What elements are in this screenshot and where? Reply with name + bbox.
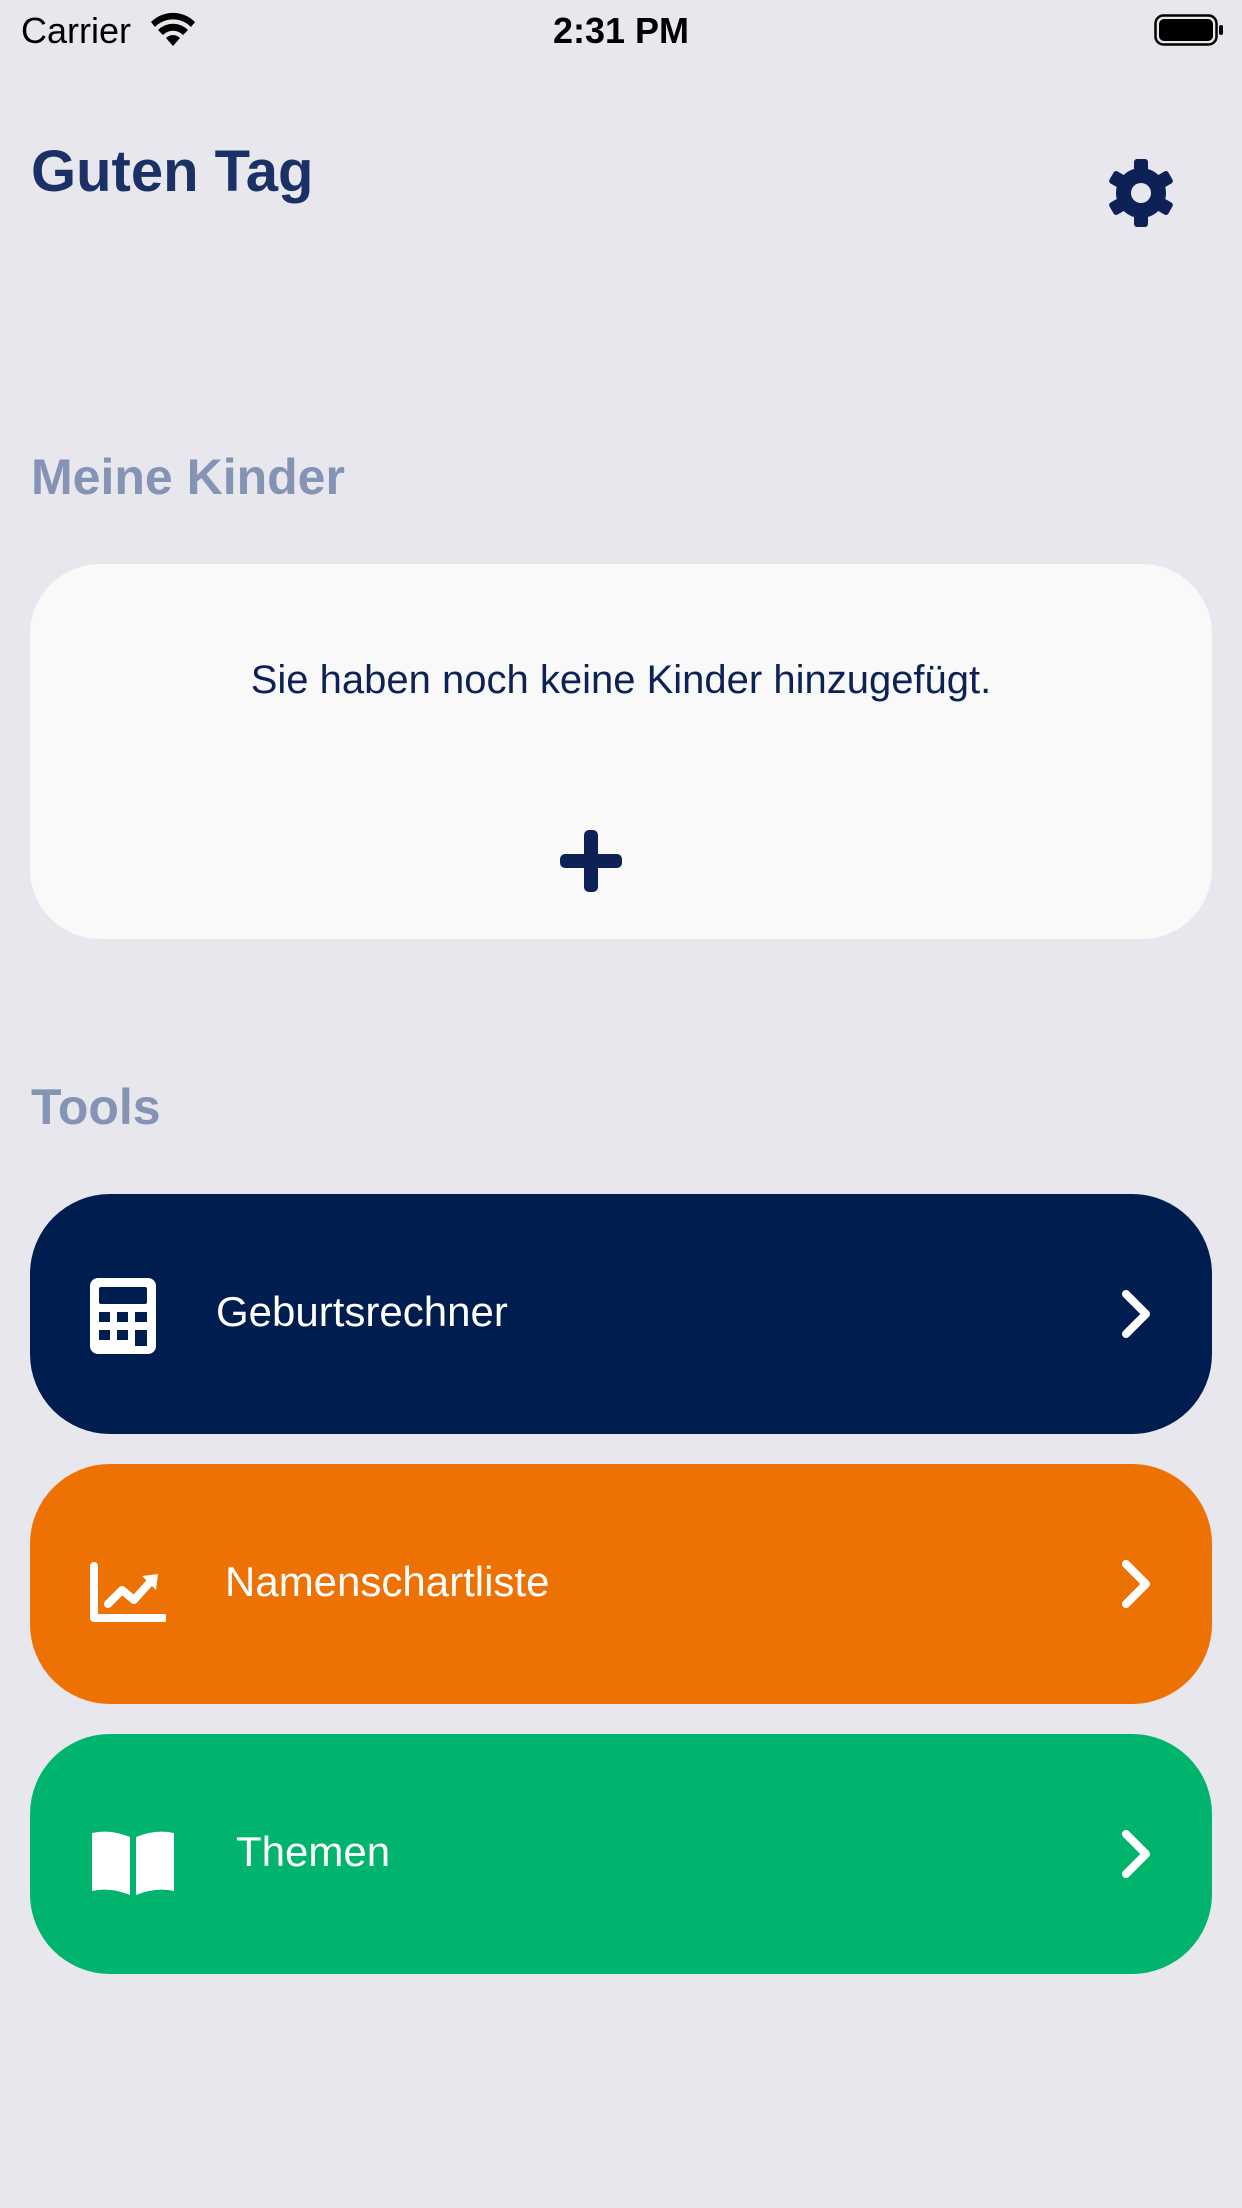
chart-line-icon [90, 1562, 166, 1622]
greeting-title: Guten Tag [31, 139, 314, 204]
add-child-button[interactable] [556, 826, 626, 896]
section-title-kids: Meine Kinder [31, 449, 345, 505]
clock: 2:31 PM [552, 10, 690, 51]
gear-icon [1109, 159, 1173, 227]
plus-icon [560, 830, 622, 892]
kids-empty-message: Sie haben noch keine Kinder hinzugefügt. [250, 658, 992, 702]
chevron-right-icon [1122, 1830, 1150, 1878]
chevron-right-icon [1122, 1290, 1150, 1338]
tool-card-themen[interactable]: Themen [30, 1734, 1212, 1974]
book-open-icon [92, 1831, 174, 1895]
battery-icon [1154, 14, 1223, 46]
status-bar: Carrier 2:31 PM [0, 0, 1242, 60]
settings-button[interactable] [1100, 152, 1182, 234]
home-screen: Carrier 2:31 PM Guten Tag Meine Kinder S… [0, 0, 1242, 2208]
calculator-icon [90, 1278, 156, 1354]
section-title-tools: Tools [31, 1079, 161, 1135]
tool-label-namenschartliste: Namenschartliste [225, 1558, 550, 1605]
tool-card-namenschartliste[interactable]: Namenschartliste [30, 1464, 1212, 1704]
tool-label-geburtsrechner: Geburtsrechner [216, 1288, 508, 1335]
chevron-right-icon [1122, 1560, 1150, 1608]
tool-label-themen: Themen [236, 1828, 391, 1875]
tool-card-geburtsrechner[interactable]: Geburtsrechner [30, 1194, 1212, 1434]
